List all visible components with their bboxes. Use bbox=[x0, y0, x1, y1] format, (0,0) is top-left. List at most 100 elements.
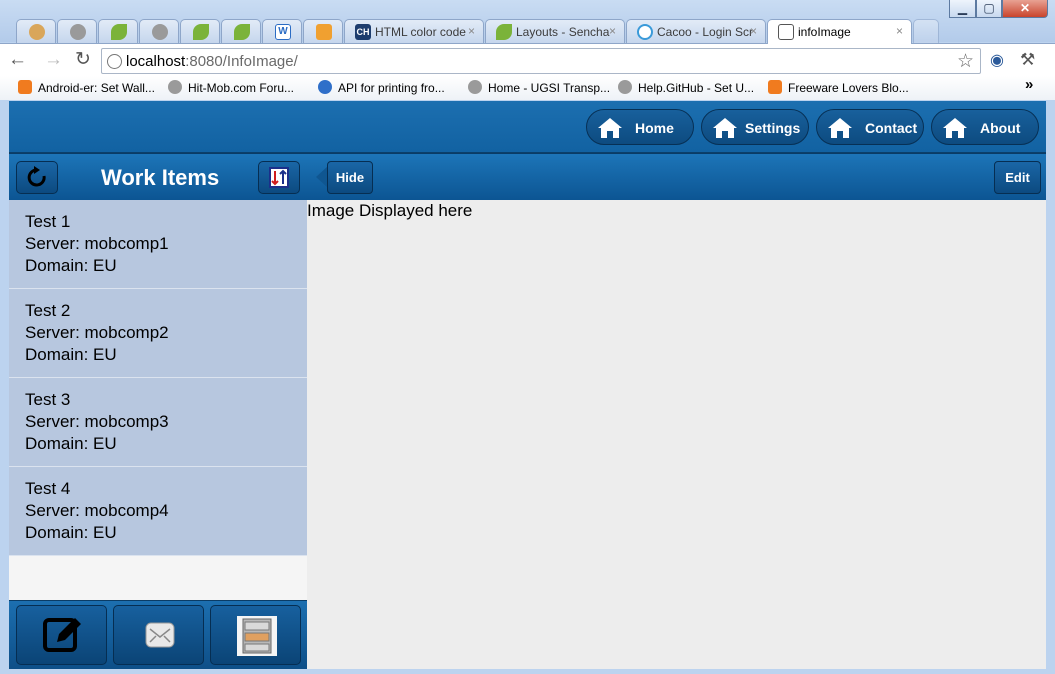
work-items-list: Test 1 Server: mobcomp1 Domain: EU Test … bbox=[9, 200, 307, 556]
word-doc-icon: W bbox=[275, 24, 291, 40]
list-item[interactable]: Test 2 Server: mobcomp2 Domain: EU bbox=[9, 289, 307, 378]
forward-arrow-icon[interactable]: → bbox=[44, 50, 63, 70]
browser-tab[interactable] bbox=[139, 19, 179, 43]
address-bar[interactable]: localhost:8080/InfoImage/ ☆ bbox=[101, 48, 981, 74]
address-path: :8080/InfoImage/ bbox=[185, 53, 298, 70]
mail-button[interactable] bbox=[113, 605, 204, 665]
hide-button[interactable]: Hide bbox=[327, 161, 373, 194]
item-server: Server: mobcomp3 bbox=[25, 412, 169, 431]
back-arrow-icon[interactable]: ← bbox=[8, 50, 27, 70]
bookmark-label: Android-er: Set Wall... bbox=[38, 81, 155, 95]
item-server: Server: mobcomp2 bbox=[25, 323, 169, 342]
nav-about-button[interactable]: About bbox=[931, 109, 1039, 145]
sencha-leaf-icon bbox=[234, 24, 250, 40]
nav-settings-button[interactable]: Settings bbox=[701, 109, 809, 145]
minimize-button[interactable]: ▁ bbox=[949, 0, 976, 18]
list-empty-area bbox=[9, 556, 307, 600]
item-name: Test 4 bbox=[25, 479, 71, 498]
close-window-button[interactable]: ✕ bbox=[1002, 0, 1048, 18]
globe-icon bbox=[468, 80, 482, 94]
nav-label: Home bbox=[635, 120, 674, 136]
home-icon bbox=[828, 118, 852, 138]
tab-title: Layouts - Sencha bbox=[516, 25, 610, 39]
sort-button[interactable] bbox=[258, 161, 300, 194]
cacoo-icon bbox=[637, 24, 653, 40]
globe-icon bbox=[152, 24, 168, 40]
sort-arrows-icon bbox=[269, 167, 289, 188]
blogger-icon bbox=[768, 80, 782, 94]
nav-label: Contact bbox=[865, 120, 918, 136]
browser-tab[interactable] bbox=[303, 19, 343, 43]
extension-icon[interactable]: ◉ bbox=[990, 51, 1004, 71]
globe-icon bbox=[618, 80, 632, 94]
ch-icon: CH bbox=[355, 24, 371, 40]
bookmark-item[interactable]: API for printing fro... bbox=[318, 80, 445, 95]
new-tab-button[interactable] bbox=[913, 19, 939, 43]
globe-icon bbox=[168, 80, 182, 94]
bottom-tab-bar bbox=[9, 600, 307, 669]
browser-tab[interactable]: CH HTML color code × bbox=[344, 19, 484, 43]
browser-tab[interactable] bbox=[57, 19, 97, 43]
tab-close-icon[interactable]: × bbox=[896, 24, 903, 38]
top-nav-bar: Home Settings Contact About bbox=[9, 101, 1046, 153]
globe-icon bbox=[70, 24, 86, 40]
tab-close-icon[interactable]: × bbox=[609, 24, 616, 38]
tab-close-icon[interactable]: × bbox=[468, 24, 475, 38]
browser-tab[interactable]: Cacoo - Login Scr × bbox=[626, 19, 766, 43]
work-items-toolbar: Work Items Hide Edit bbox=[9, 153, 1046, 200]
browser-tab-active[interactable]: infoImage × bbox=[767, 19, 912, 44]
image-placeholder-text: Image Displayed here bbox=[307, 201, 473, 220]
bookmark-label: Help.GitHub - Set U... bbox=[638, 81, 755, 95]
browser-title-bar: ▁ ▢ ✕ W CH HTML color code × Layouts - S… bbox=[0, 0, 1055, 44]
nav-contact-button[interactable]: Contact bbox=[816, 109, 924, 145]
tab-close-icon[interactable]: × bbox=[750, 24, 757, 38]
bookmark-label: Hit-Mob.com Foru... bbox=[188, 81, 295, 95]
app-viewport: Home Settings Contact About Work Items H… bbox=[9, 101, 1046, 669]
bookmark-item[interactable]: Android-er: Set Wall... bbox=[18, 80, 155, 95]
work-items-title: Work Items bbox=[101, 165, 220, 190]
window-border-right bbox=[1046, 101, 1055, 674]
tab-title: infoImage bbox=[798, 25, 851, 39]
bookmark-star-icon[interactable]: ☆ bbox=[957, 50, 974, 73]
edit-button[interactable]: Edit bbox=[994, 161, 1041, 194]
file-cabinet-button[interactable] bbox=[210, 605, 301, 665]
bookmark-item[interactable]: Hit-Mob.com Foru... bbox=[168, 80, 294, 95]
bookmark-item[interactable]: Home - UGSI Transp... bbox=[468, 80, 610, 95]
list-item[interactable]: Test 3 Server: mobcomp3 Domain: EU bbox=[9, 378, 307, 467]
refresh-button[interactable] bbox=[16, 161, 58, 194]
blogger-icon bbox=[18, 80, 32, 94]
blocks-icon bbox=[316, 24, 332, 40]
list-item[interactable]: Test 4 Server: mobcomp4 Domain: EU bbox=[9, 467, 307, 556]
nav-home-button[interactable]: Home bbox=[586, 109, 694, 145]
browser-window: ▁ ▢ ✕ W CH HTML color code × Layouts - S… bbox=[0, 0, 1055, 674]
browser-tab[interactable] bbox=[16, 19, 56, 43]
bookmark-item[interactable]: Help.GitHub - Set U... bbox=[618, 80, 754, 95]
sencha-leaf-icon bbox=[111, 24, 127, 40]
compose-icon bbox=[43, 618, 81, 652]
browser-tab[interactable] bbox=[98, 19, 138, 43]
item-server: Server: mobcomp4 bbox=[25, 501, 169, 520]
file-cabinet-icon bbox=[237, 616, 277, 656]
reload-icon[interactable]: ↻ bbox=[75, 50, 91, 70]
bookmark-label: Home - UGSI Transp... bbox=[488, 81, 611, 95]
home-icon bbox=[943, 118, 967, 138]
bookmark-label: API for printing fro... bbox=[338, 81, 445, 95]
wrench-icon[interactable]: ⚒ bbox=[1020, 50, 1035, 70]
page-info-icon[interactable] bbox=[107, 54, 122, 69]
home-icon bbox=[713, 118, 737, 138]
tab-title: Cacoo - Login Scr bbox=[657, 25, 754, 39]
maximize-button[interactable]: ▢ bbox=[976, 0, 1002, 18]
bookmarks-overflow-button[interactable]: » bbox=[1025, 76, 1033, 93]
item-domain: Domain: EU bbox=[25, 523, 117, 542]
image-icon bbox=[778, 24, 794, 40]
browser-tab[interactable]: Layouts - Sencha × bbox=[485, 19, 625, 43]
browser-tab[interactable] bbox=[180, 19, 220, 43]
item-server: Server: mobcomp1 bbox=[25, 234, 169, 253]
nav-label: About bbox=[980, 120, 1021, 136]
compose-button[interactable] bbox=[16, 605, 107, 665]
browser-tab[interactable]: W bbox=[262, 19, 302, 43]
browser-tab[interactable] bbox=[221, 19, 261, 43]
bookmark-item[interactable]: Freeware Lovers Blo... bbox=[768, 80, 909, 95]
list-item[interactable]: Test 1 Server: mobcomp1 Domain: EU bbox=[9, 200, 307, 289]
item-name: Test 2 bbox=[25, 301, 71, 320]
